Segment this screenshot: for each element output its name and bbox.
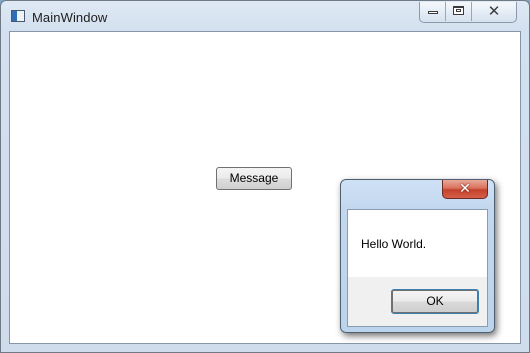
dialog-message: Hello World. [361,237,427,251]
dialog-close-button[interactable]: ✕ [442,180,488,199]
close-icon: ✕ [459,181,471,197]
ok-button[interactable]: OK [391,289,479,314]
minimize-button[interactable] [420,2,446,21]
title-bar[interactable]: MainWindow ✕ [1,1,529,31]
caption-buttons: ✕ [419,2,517,23]
close-button[interactable]: ✕ [472,2,516,21]
message-box-dialog: ✕ Hello World. OK [340,179,495,333]
dialog-body: Hello World. OK [347,209,488,327]
dialog-content: Hello World. [348,210,487,277]
minimize-icon [428,11,438,14]
close-icon: ✕ [487,2,501,20]
message-button[interactable]: Message [216,167,292,190]
app-window-icon [11,10,25,22]
maximize-button[interactable] [446,2,472,21]
window-title: MainWindow [32,10,108,25]
maximize-icon [453,6,464,15]
